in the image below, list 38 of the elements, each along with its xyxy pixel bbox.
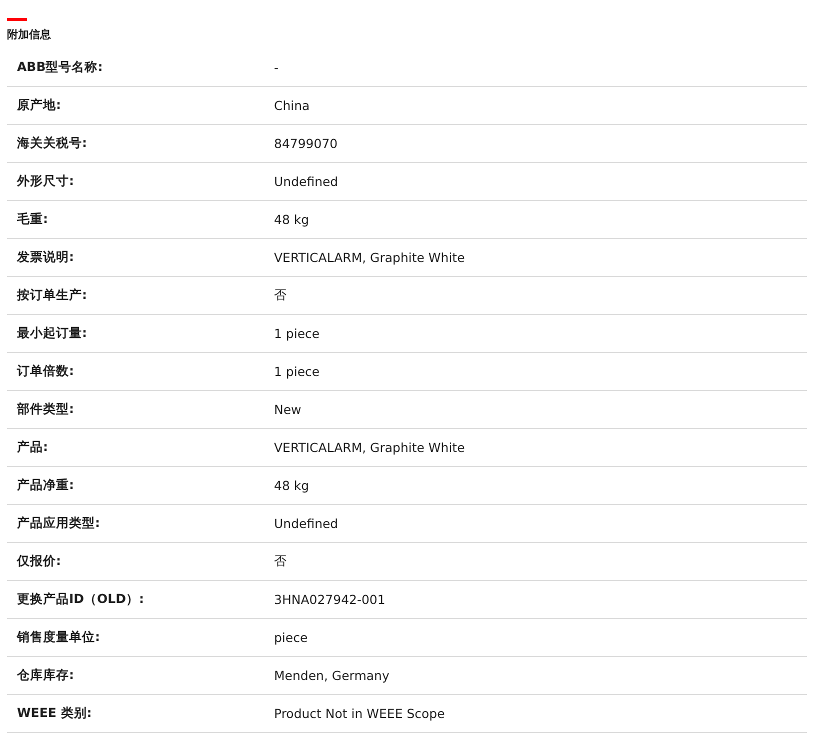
field-label: 产品: — [16, 439, 48, 454]
field-label: 海关关税号: — [16, 135, 87, 150]
accent-bar — [7, 18, 27, 21]
field-label: 仓库库存: — [16, 667, 74, 682]
field-label: 产品应用类型: — [16, 515, 100, 530]
field-label: WEEE 类别: — [16, 705, 92, 720]
field-value: China — [274, 98, 310, 113]
field-label: 销售度量单位: — [16, 629, 100, 644]
field-value: Menden, Germany — [274, 668, 390, 683]
field-value: 否 — [274, 287, 287, 304]
field-label: 毛重: — [16, 211, 48, 226]
field-value: 48 kg — [274, 478, 310, 493]
field-label: 按订单生产: — [16, 287, 87, 302]
field-label: 仅报价: — [16, 553, 61, 568]
field-value: Undefined — [274, 516, 338, 531]
field-value: 1 piece — [274, 326, 320, 341]
field-label: 订单倍数: — [16, 363, 74, 378]
field-label: ABB型号名称: — [16, 59, 103, 74]
field-value: - — [274, 60, 279, 75]
field-value: Undefined — [274, 174, 338, 189]
field-value: Product Not in WEEE Scope — [274, 706, 445, 721]
field-value: piece — [274, 630, 308, 645]
field-value: VERTICALARM, Graphite White — [274, 440, 465, 455]
field-value: 84799070 — [274, 136, 338, 151]
field-label: 最小起订量: — [16, 325, 87, 340]
field-label: 更换产品ID（OLD）: — [16, 591, 144, 606]
field-label: 发票说明: — [16, 249, 74, 264]
field-value: VERTICALARM, Graphite White — [274, 250, 465, 265]
field-value: 48 kg — [274, 212, 310, 227]
field-value: 1 piece — [274, 364, 320, 379]
field-label: 原产地: — [16, 97, 61, 112]
field-label: 产品净重: — [16, 477, 74, 492]
field-value: 否 — [274, 553, 287, 570]
section-title: 附加信息 — [7, 27, 51, 42]
field-label: 外形尺寸: — [16, 173, 74, 188]
field-value: 3HNA027942-001 — [274, 592, 386, 607]
field-label: 部件类型: — [16, 401, 74, 416]
field-value: New — [274, 402, 302, 417]
